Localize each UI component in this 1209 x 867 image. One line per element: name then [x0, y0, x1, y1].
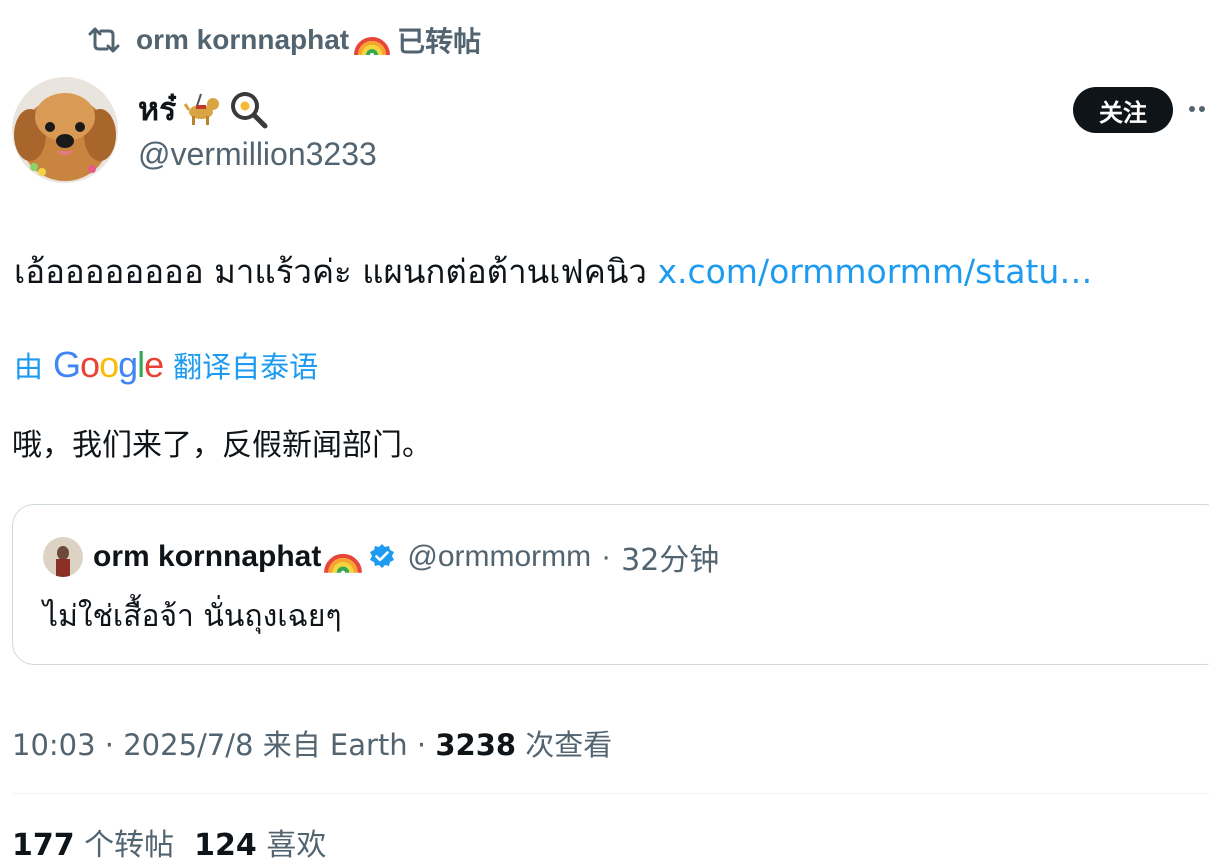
author-avatar[interactable]	[12, 77, 118, 183]
tweet-body: เอ้ออออออออ มาแร้วค่ะ แผนกต่อต้านเฟคนิว	[14, 252, 658, 291]
translated-text: 哦，我们来了，反假新闻部门。	[12, 428, 432, 463]
quote-avatar[interactable]	[43, 537, 83, 577]
reposts-count[interactable]: 177	[12, 828, 75, 863]
author-display-name[interactable]: หร๋	[138, 84, 176, 135]
meta-separator: ·	[416, 728, 427, 762]
repost-user-link[interactable]: orm kornnaphat 已转帖	[136, 20, 481, 60]
more-icon[interactable]	[1188, 97, 1209, 121]
translation-attribution: 由 Google 翻译自泰语	[14, 344, 318, 386]
tweet-source: 来自 Earth	[262, 728, 408, 762]
quote-card[interactable]: orm kornnaphat @ormmormm · 32分钟 ไม่ใช่เส…	[12, 504, 1209, 665]
views-label: 次查看	[525, 728, 613, 762]
tweet-date[interactable]: 2025/7/8	[123, 728, 253, 762]
engagement-stats: 177 个转帖 124 喜欢	[12, 820, 326, 864]
follow-button[interactable]: 关注	[1073, 87, 1173, 133]
reposts-label[interactable]: 个转帖	[84, 828, 174, 863]
translation-suffix[interactable]: 翻译自泰语	[173, 344, 318, 386]
quote-handle[interactable]: @ormmormm	[407, 540, 591, 574]
tweet-text: เอ้ออออออออ มาแร้วค่ะ แผนกต่อต้านเฟคนิว …	[14, 245, 1092, 298]
quote-text: ไม่ใช่เสื้อจ้า นั่นถุงเฉยๆ	[43, 599, 342, 634]
likes-label[interactable]: 喜欢	[266, 828, 326, 863]
tweet-meta: 10:03 · 2025/7/8 来自 Earth · 3238 次查看	[12, 722, 612, 764]
quote-time[interactable]: 32分钟	[621, 535, 719, 579]
author-info: หร๋ @vermillion3233	[138, 86, 377, 173]
quote-separator: ·	[601, 540, 612, 573]
repost-label: 已转帖	[397, 26, 482, 57]
tweet-time[interactable]: 10:03	[12, 728, 96, 762]
likes-count[interactable]: 124	[194, 828, 257, 863]
likes-stat[interactable]: 124 喜欢	[194, 820, 326, 864]
quote-name-text[interactable]: orm kornnaphat	[93, 540, 321, 574]
rainbow-icon	[353, 23, 391, 57]
author-handle[interactable]: @vermillion3233	[138, 136, 377, 173]
rainbow-icon	[323, 539, 363, 575]
guide-dog-icon	[182, 89, 222, 129]
meta-separator: ·	[104, 728, 115, 762]
views-count: 3238	[435, 728, 517, 762]
repost-user-name[interactable]: orm kornnaphat	[136, 24, 349, 56]
quote-author-name[interactable]: orm kornnaphat	[93, 539, 397, 575]
repost-header: orm kornnaphat 已转帖	[86, 20, 481, 60]
verified-badge-icon	[367, 542, 397, 572]
google-logo: Google	[53, 344, 164, 385]
frying-pan-icon	[228, 89, 268, 129]
tweet-link[interactable]: x.com/ormmormm/statu…	[657, 252, 1092, 291]
reposts-stat[interactable]: 177 个转帖	[12, 820, 174, 864]
quote-header: orm kornnaphat @ormmormm · 32分钟	[43, 535, 719, 579]
translation-prefix: 由	[14, 350, 44, 384]
divider	[12, 793, 1209, 794]
repost-icon	[86, 22, 122, 58]
